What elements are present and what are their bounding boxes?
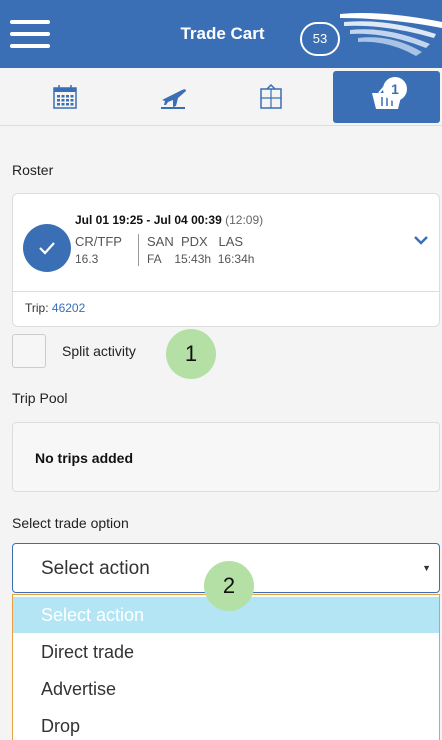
roster-label: Roster [12, 162, 54, 178]
airplane-icon [161, 89, 186, 109]
trip-pool-empty-text: No trips added [35, 450, 134, 466]
caret-down-icon: ▼ [422, 563, 431, 573]
trip-stations: SAN PDX LAS [147, 234, 244, 249]
split-activity-checkbox[interactable] [12, 334, 46, 368]
chevron-down-icon[interactable] [413, 232, 429, 248]
tab-flights[interactable] [128, 68, 218, 126]
trade-options-list: Select action Direct trade Advertise Dro… [12, 594, 440, 740]
trip-details: FA 15:43h 16:34h [147, 252, 255, 266]
tab-calendar[interactable] [20, 68, 110, 126]
tab-hotel[interactable] [226, 68, 316, 126]
roster-trip-card[interactable]: Jul 01 19:25 - Jul 04 00:39 (12:09) CR/T… [12, 193, 440, 327]
app-header: Trade Cart 53 [0, 0, 442, 68]
trip-value: 16.3 [75, 252, 99, 266]
cart-count-badge: 1 [383, 77, 407, 101]
split-activity-label: Split activity [62, 343, 136, 359]
hotel-icon [260, 84, 282, 109]
trip-number-row: Trip: 46202 [25, 301, 86, 315]
option-direct-trade[interactable]: Direct trade [13, 634, 439, 670]
option-drop[interactable]: Drop [13, 708, 439, 740]
trade-option-label: Select trade option [12, 515, 129, 531]
card-divider [13, 291, 439, 292]
tab-bar: 1 [0, 68, 442, 126]
calendar-icon [53, 85, 77, 109]
step-marker-1: 1 [166, 329, 216, 379]
trip-pairing: CR/TFP [75, 234, 122, 249]
airline-wing-logo-icon [340, 13, 442, 56]
selected-check-icon[interactable] [23, 224, 71, 272]
trip-pool-box: No trips added [12, 422, 440, 492]
trade-count-badge[interactable]: 53 [300, 22, 340, 56]
hamburger-icon[interactable] [10, 20, 50, 50]
page-title: Trade Cart [180, 24, 265, 43]
tab-trade-cart[interactable]: 1 [333, 71, 440, 123]
option-advertise[interactable]: Advertise [13, 671, 439, 707]
trip-pool-label: Trip Pool [12, 390, 68, 406]
trip-dates: Jul 01 19:25 - Jul 04 00:39 (12:09) [75, 213, 264, 227]
trip-number-link[interactable]: 46202 [52, 301, 85, 315]
trip-divider [138, 234, 139, 266]
select-value: Select action [41, 558, 150, 579]
step-marker-2: 2 [204, 561, 254, 611]
